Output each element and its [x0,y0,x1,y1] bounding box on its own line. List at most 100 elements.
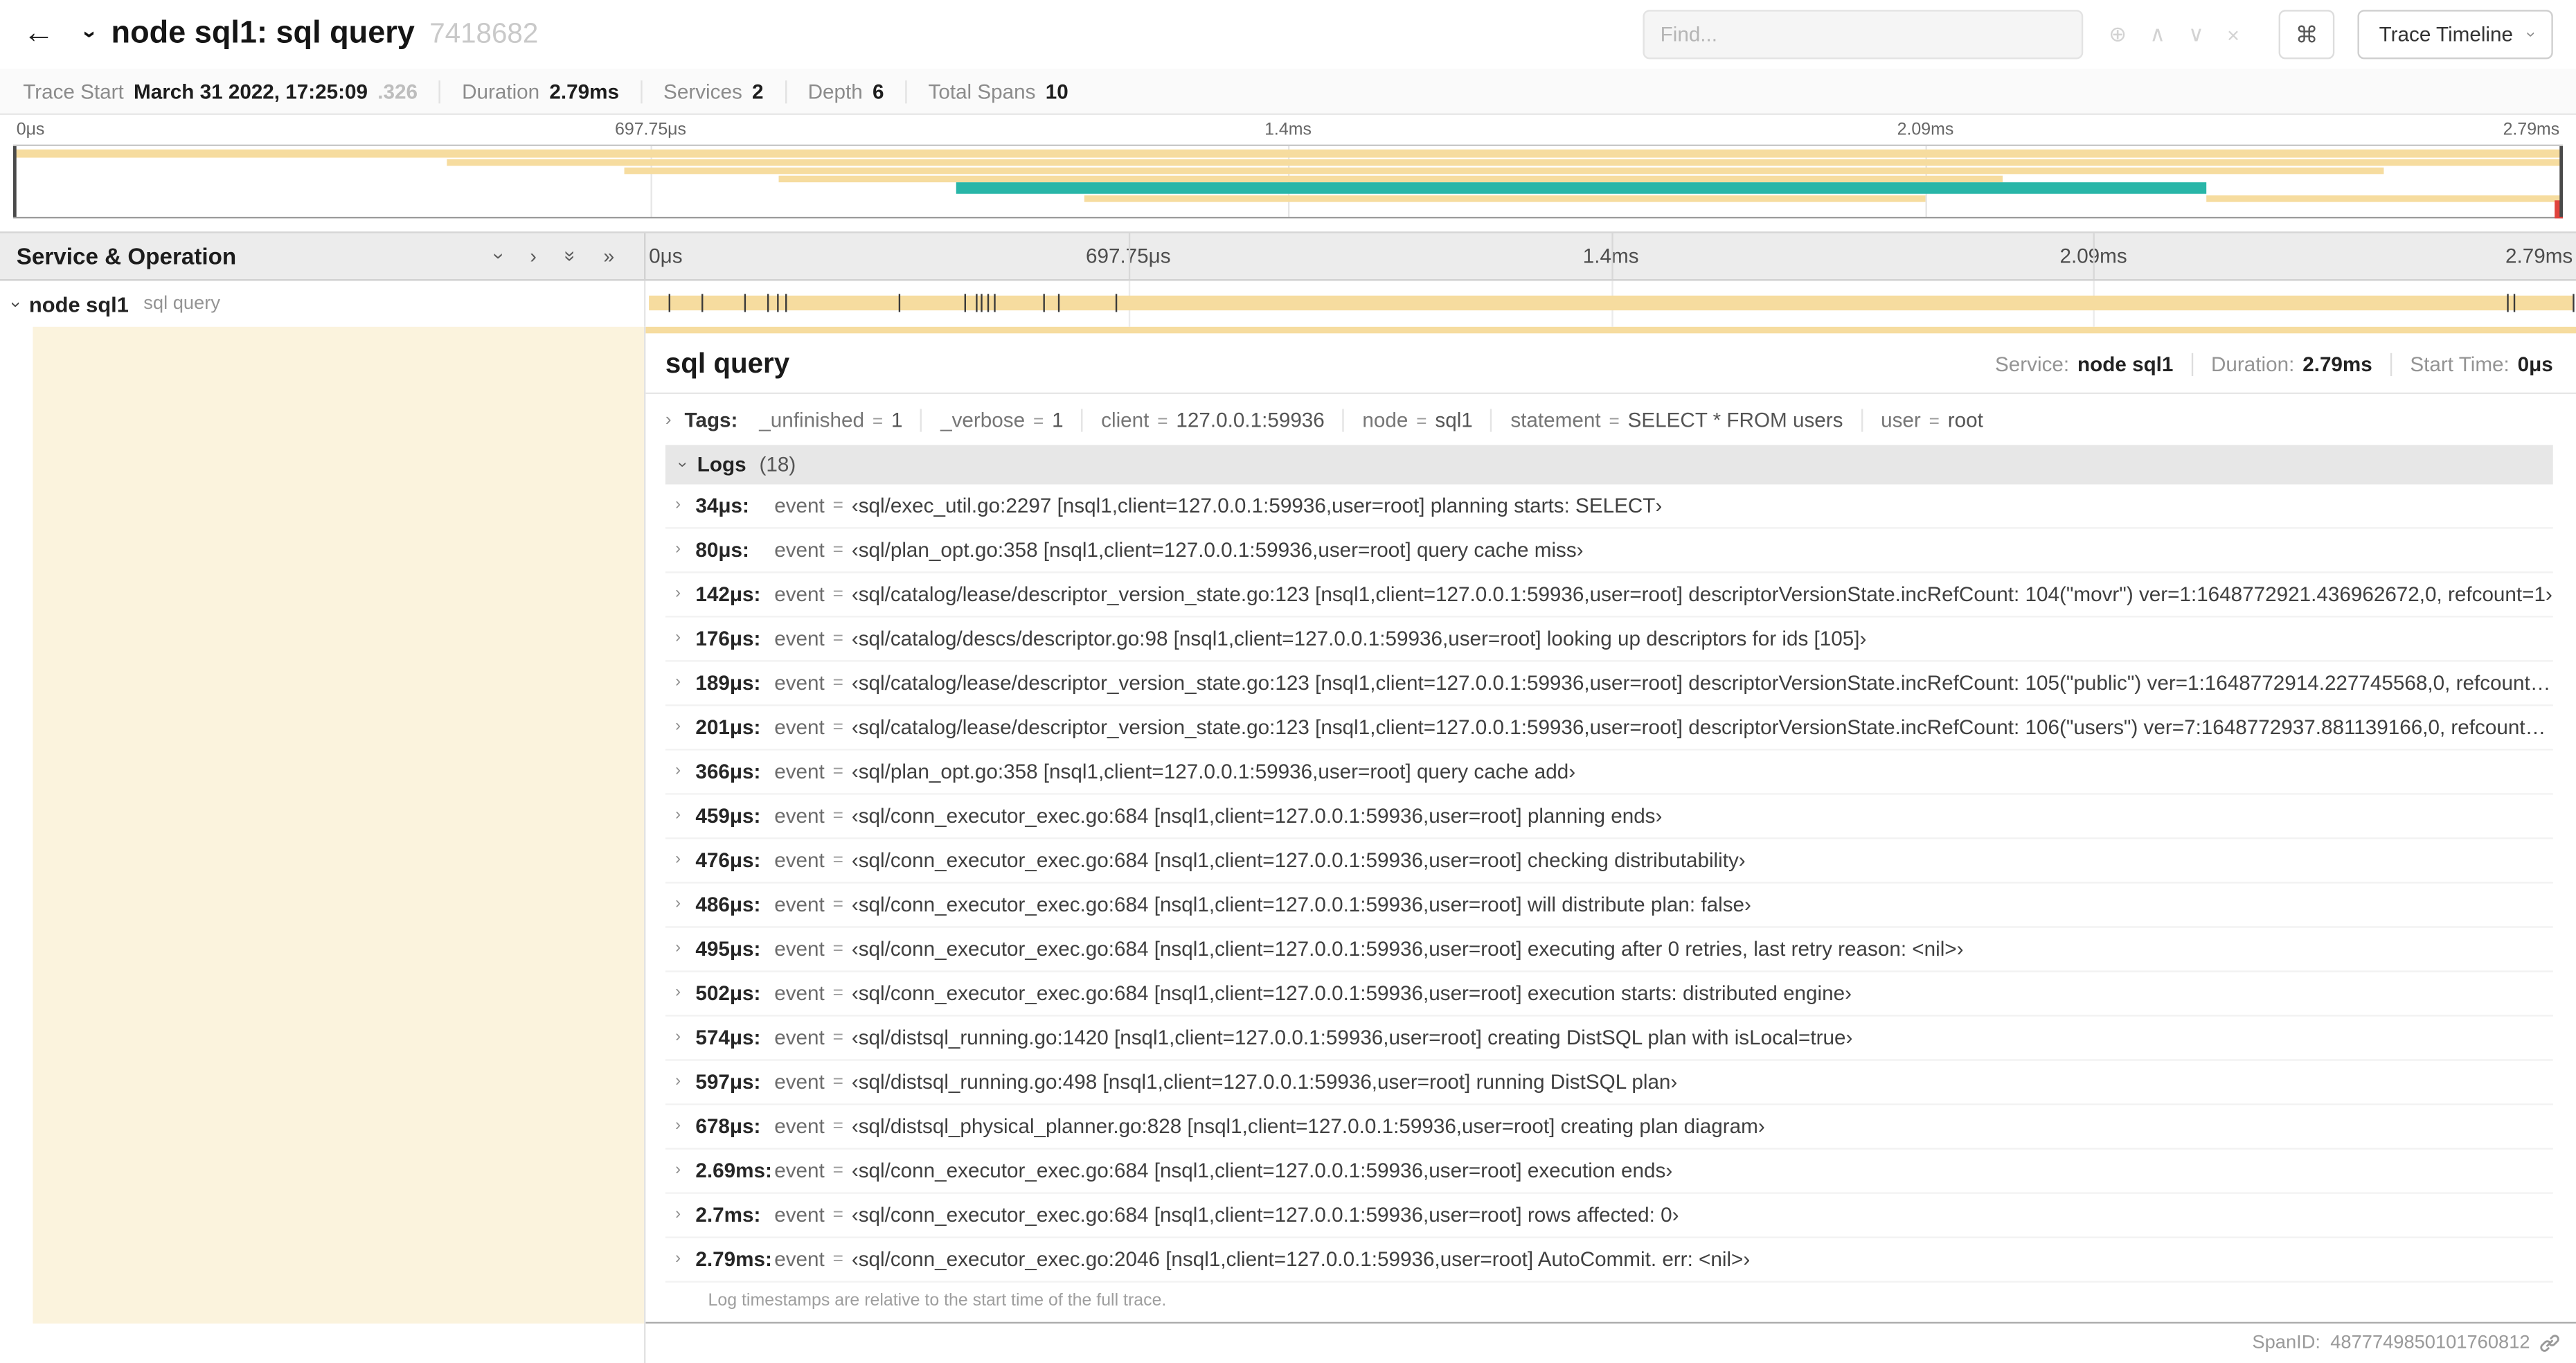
time-tick-label: 2.79ms [2505,244,2573,268]
expand-log-icon[interactable]: › [675,1251,681,1268]
expand-log-icon[interactable]: › [675,541,681,558]
collapse-deep-icon[interactable]: » [559,251,582,262]
summary-item: Depth 6 [785,79,905,103]
log-marker [776,294,779,312]
log-row[interactable]: › 476μs: event = ‹sql/conn_executor_exec… [665,839,2553,884]
span-row[interactable]: › node sql1 sql query [0,280,2576,327]
log-row[interactable]: › 2.69ms: event = ‹sql/conn_executor_exe… [665,1150,2553,1194]
time-tick-label: 1.4ms [1264,120,1312,140]
equals-sign: = [832,762,843,782]
expand-log-icon[interactable]: › [675,940,681,958]
span-name-cell[interactable]: › node sql1 sql query [0,280,646,327]
find-input[interactable] [1660,23,2065,46]
equals-sign: = [832,850,843,871]
log-row[interactable]: › 189μs: event = ‹sql/catalog/lease/desc… [665,662,2553,706]
meta-label: Duration: [2210,353,2295,376]
expand-log-icon[interactable]: › [675,718,681,736]
clear-search-icon[interactable]: × [2227,22,2239,47]
expand-all-icon[interactable]: » [603,247,614,266]
log-marker [785,294,787,312]
equals-sign: = [832,806,843,826]
summary-value: 2.79ms [549,79,620,103]
log-field-value: ‹sql/plan_opt.go:358 [nsql1,client=127.0… [851,538,1584,562]
back-icon: ← [23,16,55,51]
log-row[interactable]: › 486μs: event = ‹sql/conn_executor_exec… [665,884,2553,928]
log-field-key: event [774,1204,825,1227]
trace-minimap: 0μs 697.75μs 1.4ms 2.09ms 2.79ms [0,114,2576,232]
next-result-icon[interactable]: ∨ [2188,21,2204,48]
collapse-logs-icon[interactable]: › [673,463,691,468]
log-field-key: event [774,1070,825,1094]
log-row[interactable]: › 366μs: event = ‹sql/plan_opt.go:358 [n… [665,751,2553,795]
log-timestamp: 476μs: [695,848,761,873]
expand-log-icon[interactable]: › [675,497,681,514]
tag-item: _unfinished = 1 [741,409,920,432]
log-row[interactable]: › 459μs: event = ‹sql/conn_executor_exec… [665,795,2553,839]
expand-log-icon[interactable]: › [675,585,681,603]
prev-result-icon[interactable]: ∧ [2149,21,2165,48]
log-row[interactable]: › 597μs: event = ‹sql/distsql_running.go… [665,1061,2553,1105]
summary-label: Trace Start [23,79,124,103]
viewport-right-handle[interactable] [2559,146,2564,217]
tags-list: _unfinished = 1 _verbose = 1 client = 12… [741,409,2001,433]
focus-match-icon[interactable]: ⊕ [2109,21,2127,48]
log-row[interactable]: › 495μs: event = ‹sql/conn_executor_exec… [665,928,2553,972]
log-row[interactable]: › 142μs: event = ‹sql/catalog/lease/desc… [665,573,2553,618]
log-marker [981,294,983,312]
time-tick-label: 2.79ms [2503,120,2560,140]
expand-log-icon[interactable]: › [675,763,681,781]
log-row[interactable]: › 574μs: event = ‹sql/distsql_running.go… [665,1017,2553,1061]
expand-log-icon[interactable]: › [675,1118,681,1135]
expand-log-icon[interactable]: › [675,807,681,825]
back-button[interactable]: ← [23,17,54,53]
expand-log-icon[interactable]: › [675,1074,681,1091]
tags-row[interactable]: › Tags: _unfinished = 1 _verbose = 1 cli… [665,399,2553,443]
tag-key: _unfinished [759,409,865,433]
log-field-value: ‹sql/catalog/descs/descriptor.go:98 [nsq… [851,627,1867,650]
keyboard-shortcuts-button[interactable]: ⌘ [2278,10,2335,60]
minimap-canvas[interactable] [12,144,2564,219]
link-icon[interactable] [2540,1333,2559,1353]
tag-value: sql1 [1435,409,1473,433]
log-field-key: event [774,893,825,917]
log-timestamp: 486μs: [695,893,761,917]
tag-key: client [1101,409,1150,433]
tag-value: 127.0.0.1:59936 [1176,409,1325,433]
equals-sign: = [1609,412,1620,433]
log-field-key: event [774,1026,825,1050]
trace-view-select[interactable]: Trace Timeline › [2357,10,2553,60]
collapse-trace-header-toggle[interactable]: › [78,21,104,48]
expand-log-icon[interactable]: › [675,630,681,647]
span-duration-bar[interactable] [649,295,2573,311]
log-row[interactable]: › 80μs: event = ‹sql/plan_opt.go:358 [ns… [665,528,2553,573]
expand-log-icon[interactable]: › [675,896,681,914]
log-field-value: ‹sql/conn_executor_exec.go:684 [nsql1,cl… [851,1204,1679,1227]
expand-log-icon[interactable]: › [675,851,681,869]
span-detail-header: sql query Service: node sql1 Duration: 2… [665,348,2553,381]
expand-tags-icon[interactable]: › [665,411,672,429]
collapse-span-icon[interactable]: › [6,301,25,307]
equals-sign: = [832,1205,843,1225]
collapse-all-icon[interactable]: › [488,253,510,259]
log-field-value: ‹sql/catalog/lease/descriptor_version_st… [851,582,2552,606]
log-field-value: ‹sql/conn_executor_exec.go:2046 [nsql1,c… [851,1248,1751,1272]
log-row[interactable]: › 176μs: event = ‹sql/catalog/descs/desc… [665,618,2553,662]
expand-log-icon[interactable]: › [675,1028,681,1046]
log-row[interactable]: › 678μs: event = ‹sql/distsql_physical_p… [665,1105,2553,1150]
log-field-value: ‹sql/distsql_running.go:498 [nsql1,clien… [851,1070,1678,1094]
log-row[interactable]: › 2.7ms: event = ‹sql/conn_executor_exec… [665,1194,2553,1238]
log-row[interactable]: › 502μs: event = ‹sql/conn_executor_exec… [665,972,2553,1017]
logs-header[interactable]: › Logs (18) [665,445,2553,485]
span-operation-name: sql query [143,294,220,314]
log-row[interactable]: › 2.79ms: event = ‹sql/conn_executor_exe… [665,1238,2553,1283]
expand-log-icon[interactable]: › [675,1206,681,1224]
expand-log-icon[interactable]: › [675,674,681,692]
expand-log-icon[interactable]: › [675,984,681,1002]
log-marker [701,294,704,312]
expand-one-icon[interactable]: › [530,247,536,266]
log-row[interactable]: › 201μs: event = ‹sql/catalog/lease/desc… [665,706,2553,751]
expand-log-icon[interactable]: › [675,1162,681,1179]
log-row[interactable]: › 34μs: event = ‹sql/exec_util.go:2297 [… [665,484,2553,529]
viewport-left-handle[interactable] [12,146,17,217]
tag-key: _verbose [940,409,1026,433]
